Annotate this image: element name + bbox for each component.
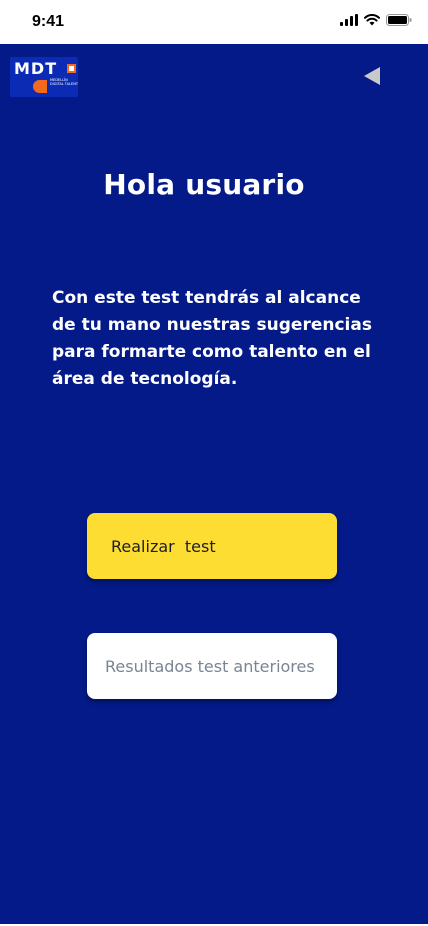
previous-results-label: Resultados test anteriores [105,656,315,676]
status-bar: 9:41 [0,0,428,44]
signal-icon [340,14,358,26]
intro-description: Con este test tendrás al alcance de tu m… [52,288,372,389]
start-test-label: Realizar test [111,536,216,556]
logo: MDT MEDELLÍN DIGITAL TALENT [10,57,78,97]
status-icons [340,14,412,26]
wifi-icon [364,14,380,26]
logo-subtitle: MEDELLÍN DIGITAL TALENT [50,78,78,86]
main-screen: MDT MEDELLÍN DIGITAL TALENT Hola usuario… [0,44,428,924]
previous-results-button[interactable]: Resultados test anteriores [87,633,337,699]
back-button[interactable] [362,66,382,86]
back-triangle-icon [364,67,380,85]
logo-orange-mark [33,80,47,93]
logo-text: MDT [14,59,58,78]
start-test-button[interactable]: Realizar test [87,513,337,579]
page-title: Hola usuario [103,168,305,201]
logo-square-mark [67,64,76,73]
battery-icon [386,14,412,26]
status-time: 9:41 [32,13,65,30]
